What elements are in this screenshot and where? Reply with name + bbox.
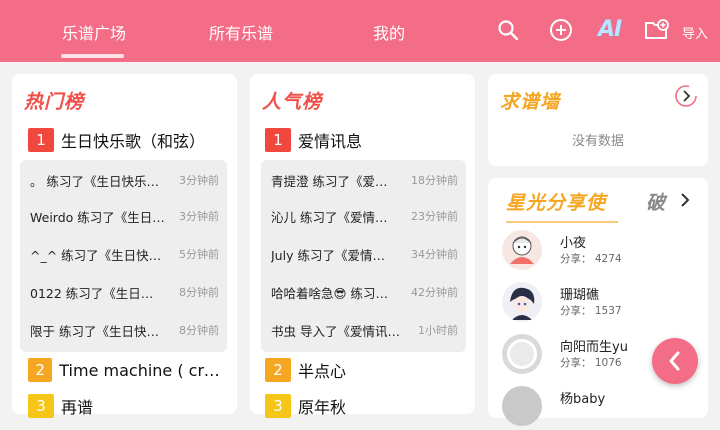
activity-row: 沁儿 练习了《爱情… 23分钟前 xyxy=(271,209,458,225)
rank-title: Time machine ( cre: … xyxy=(59,360,228,380)
activity-row: July 练习了《爱情… 34分钟前 xyxy=(271,247,458,263)
request-wall-title: 求谱墙 xyxy=(500,91,561,113)
empty-state-text: 没有数据 xyxy=(571,134,624,149)
activity-row: 0122 练习了《生日… 8分钟前 xyxy=(30,285,219,301)
tab-score-square[interactable]: 乐谱广场 xyxy=(62,20,126,44)
sharer-name: 小夜 xyxy=(560,236,587,251)
chevron-left-icon xyxy=(669,351,680,371)
rank-item[interactable]: 1 生日快乐歌（和弦） xyxy=(28,128,228,152)
rank-title: 生日快乐歌（和弦） xyxy=(61,132,206,151)
rank-title: 原年秋 xyxy=(298,398,347,417)
title-underline xyxy=(506,221,618,223)
rank-badge: 1 xyxy=(265,128,291,152)
activity-row: 哈哈着啥急😎 练习… 42分钟前 xyxy=(271,285,458,301)
star-sharers-title: 星光分享使 xyxy=(506,192,607,214)
popular-list-card: 人气榜 1 爱情讯息 青提澄 练习了《爱… 18分钟前 沁儿 练习了《爱情… 23分… xyxy=(250,74,475,418)
chevron-right-icon[interactable] xyxy=(678,192,692,212)
rank-badge: 3 xyxy=(265,394,291,418)
add-circle-icon[interactable] xyxy=(548,17,574,43)
hot-list-title: 热门榜 xyxy=(24,91,85,113)
share-count: 分享： 4274 xyxy=(560,253,622,265)
active-tab-indicator xyxy=(61,54,124,58)
avatar xyxy=(502,386,542,426)
activity-row: 青提澄 练习了《爱… 18分钟前 xyxy=(271,173,458,189)
tab-mine[interactable]: 我的 xyxy=(373,20,405,44)
avatar xyxy=(502,282,542,322)
rank-badge: 1 xyxy=(28,128,54,152)
rank-badge: 2 xyxy=(265,358,291,382)
sharer-item[interactable]: 小夜 分享： 4274 xyxy=(500,230,700,274)
popular-list-title: 人气榜 xyxy=(262,91,323,113)
rank-item[interactable]: 3 原年秋 xyxy=(265,394,465,418)
avatar xyxy=(502,334,542,374)
recent-activity-panel: 青提澄 练习了《爱… 18分钟前 沁儿 练习了《爱情… 23分钟前 July 练习了… xyxy=(261,160,466,352)
ai-icon[interactable]: AI xyxy=(598,17,622,42)
rank-title: 半点心 xyxy=(298,362,347,381)
rank-item[interactable]: 3 再谱 xyxy=(28,394,228,418)
rank-item[interactable]: 1 爱情讯息 xyxy=(265,128,465,152)
sharer-item[interactable]: 珊瑚礁 分享： 1537 xyxy=(500,282,700,326)
share-count: 分享： 1537 xyxy=(560,305,622,317)
rank-badge: 2 xyxy=(28,358,53,382)
sharer-item[interactable]: 杨baby xyxy=(500,386,700,430)
tab-all-scores[interactable]: 所有乐谱 xyxy=(209,20,273,44)
avatar xyxy=(502,230,542,270)
request-wall-card[interactable]: 求谱墙 没有数据 xyxy=(488,74,708,166)
activity-row: 。 练习了《生日快乐… 3分钟前 xyxy=(30,173,219,189)
rank-badge: 3 xyxy=(28,394,54,418)
activity-row: Weirdo 练习了《生日… 3分钟前 xyxy=(30,209,219,225)
import-button[interactable]: 导入 xyxy=(682,23,708,42)
partial-tab-label[interactable]: 破 xyxy=(646,188,665,215)
search-icon[interactable] xyxy=(495,17,521,43)
sharer-name: 珊瑚礁 xyxy=(560,288,600,303)
rank-title: 爱情讯息 xyxy=(298,132,363,151)
folder-add-icon[interactable] xyxy=(644,17,670,43)
sharer-name: 向阳而生yu xyxy=(560,340,628,355)
hot-list-card: 热门榜 1 生日快乐歌（和弦） 。 练习了《生日快乐… 3分钟前 Weirdo 练… xyxy=(12,74,237,418)
activity-row: ^_^ 练习了《生日快… 5分钟前 xyxy=(30,247,219,263)
collapse-button[interactable] xyxy=(652,338,698,384)
rank-item[interactable]: 2 半点心 xyxy=(265,358,465,382)
rank-item[interactable]: 2 Time machine ( cre: … xyxy=(28,358,228,382)
sharer-name: 杨baby xyxy=(560,392,606,407)
recent-activity-panel: 。 练习了《生日快乐… 3分钟前 Weirdo 练习了《生日… 3分钟前 ^_^ 练… xyxy=(20,160,227,352)
rank-title: 再谱 xyxy=(61,398,94,417)
share-count: 分享： 1076 xyxy=(560,357,622,369)
activity-row: 限于 练习了《生日快… 8分钟前 xyxy=(30,323,219,339)
activity-row: 书虫 导入了《爱情讯… 1小时前 xyxy=(271,323,458,339)
top-bar: 乐谱广场 所有乐谱 我的 AI 导入 xyxy=(0,0,720,62)
chevron-right-icon[interactable] xyxy=(674,84,698,108)
